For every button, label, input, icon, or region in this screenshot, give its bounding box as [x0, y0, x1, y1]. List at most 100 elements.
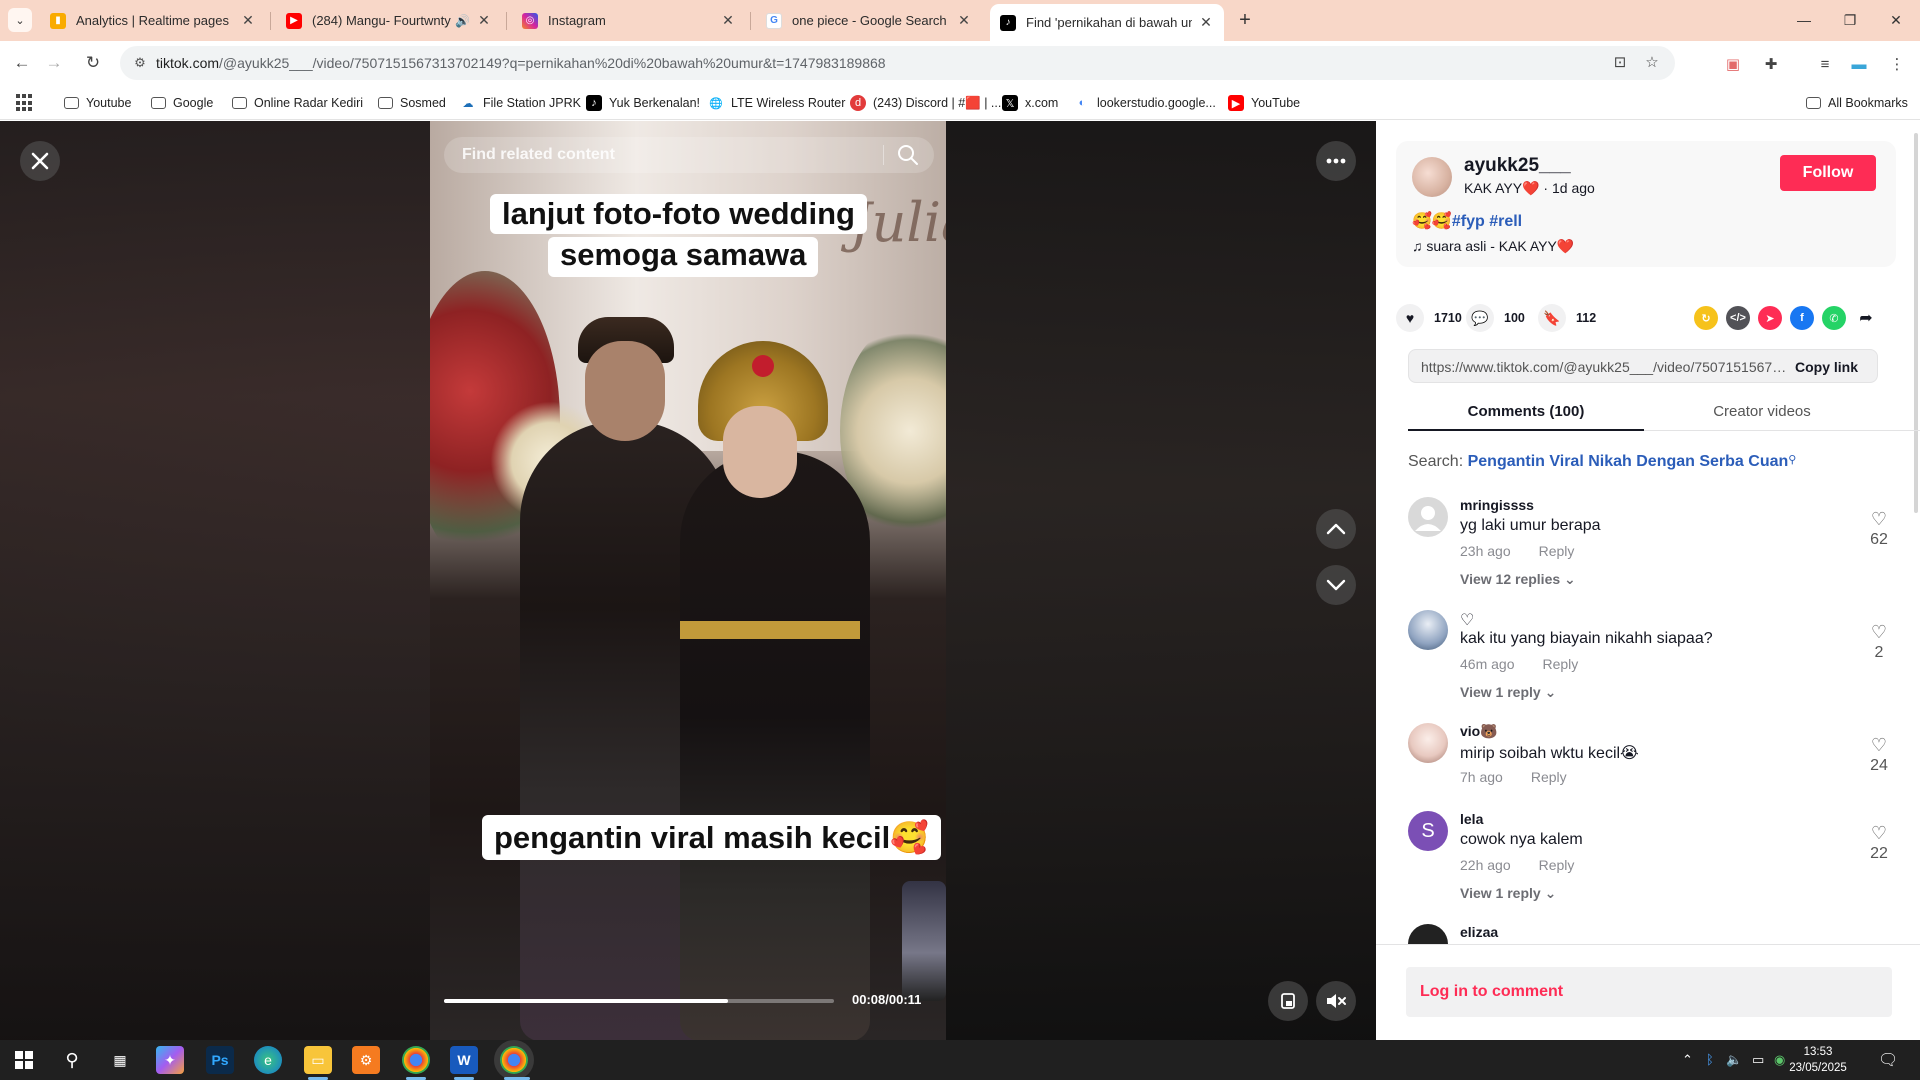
bookmark-file-station[interactable]: ☁ File Station JPRK — [460, 92, 581, 114]
save-action[interactable]: 🔖 112 — [1538, 303, 1596, 333]
embed-icon[interactable]: </> — [1726, 306, 1750, 330]
reply-button[interactable]: Reply — [1531, 769, 1567, 785]
tab-creator-videos[interactable]: Creator videos — [1644, 403, 1880, 431]
app-shortcut-icon[interactable]: ⚙ — [352, 1046, 380, 1074]
video-progress-bar[interactable] — [444, 999, 834, 1003]
file-explorer-icon[interactable]: ▭ — [304, 1046, 332, 1074]
close-icon[interactable]: ✕ — [240, 12, 256, 29]
reply-button[interactable]: Reply — [1539, 543, 1575, 559]
tab-analytics[interactable]: ▮ Analytics | Realtime pages ✕ — [40, 4, 266, 37]
tab-google-search[interactable]: G one piece - Google Search ✕ — [756, 4, 982, 37]
tab-instagram[interactable]: ◎ Instagram ✕ — [512, 4, 746, 37]
panel-scrollbar[interactable] — [1914, 133, 1918, 513]
comment-like[interactable]: ♡ 62 — [1864, 509, 1894, 549]
share-link-text[interactable]: https://www.tiktok.com/@ayukk25___/video… — [1421, 359, 1789, 375]
all-bookmarks[interactable]: All Bookmarks — [1806, 92, 1908, 114]
facebook-icon[interactable]: f — [1790, 306, 1814, 330]
tab-comments[interactable]: Comments (100) — [1408, 403, 1644, 431]
task-view-icon[interactable]: ▦ — [106, 1046, 134, 1074]
next-video-button[interactable] — [1316, 565, 1356, 605]
minimize-icon[interactable]: — — [1784, 6, 1824, 34]
avatar[interactable] — [1408, 723, 1448, 763]
display-icon[interactable]: ▭ — [1752, 1052, 1764, 1068]
avatar[interactable] — [1408, 497, 1448, 537]
taskbar-clock[interactable]: 13:53 23/05/2025 — [1788, 1044, 1848, 1076]
bookmark-x[interactable]: 𝕏x.com — [1002, 92, 1058, 114]
extension-icon[interactable]: ▣ — [1722, 55, 1744, 75]
copy-link-button[interactable]: Copy link — [1795, 359, 1858, 375]
photoshop-icon[interactable]: Ps — [206, 1046, 234, 1074]
reply-button[interactable]: Reply — [1539, 857, 1575, 873]
tab-tiktok[interactable]: ♪ Find 'pernikahan di bawah umu ✕ — [990, 4, 1224, 41]
bookmark-discord[interactable]: d (243) Discord | #🟥 | ... — [850, 92, 1001, 114]
speaker-icon[interactable]: 🔊 — [455, 14, 470, 28]
bookmark-radar-folder[interactable]: Online Radar Kediri — [232, 92, 363, 114]
notification-icon[interactable]: 🗨 — [1878, 1050, 1898, 1070]
avatar[interactable] — [1412, 157, 1452, 197]
search-icon[interactable]: ⚲ — [58, 1046, 86, 1074]
tab-youtube[interactable]: ▶ (284) Mangu- Fourtwnty || 🔊 ✕ — [276, 4, 502, 37]
reply-button[interactable]: Reply — [1542, 656, 1578, 672]
site-info-icon[interactable]: ⚙ — [130, 53, 150, 73]
profile-icon[interactable]: ▬ — [1848, 55, 1870, 75]
view-replies-button[interactable]: View 12 replies ⌄ — [1460, 571, 1576, 588]
previous-video-button[interactable] — [1316, 509, 1356, 549]
copilot-icon[interactable]: ✦ — [156, 1046, 184, 1074]
window-close-icon[interactable]: ✕ — [1876, 6, 1916, 34]
comment-username[interactable]: ♡ — [1460, 610, 1474, 630]
network-icon[interactable]: ◉ — [1774, 1052, 1785, 1068]
whatsapp-icon[interactable]: ✆ — [1822, 306, 1846, 330]
extensions-puzzle-icon[interactable]: ✚ — [1760, 55, 1782, 75]
comment-like[interactable]: ♡ 24 — [1864, 735, 1894, 775]
apps-grid-icon[interactable] — [16, 94, 34, 112]
comment-username[interactable]: vio🐻 — [1460, 723, 1498, 740]
close-video-button[interactable] — [20, 141, 60, 181]
back-arrow-icon[interactable]: ← — [8, 49, 36, 77]
word-icon[interactable]: W — [450, 1046, 478, 1074]
tray-expand-icon[interactable]: ⌃ — [1682, 1052, 1693, 1068]
browser-menu-icon[interactable]: ⋮ — [1886, 55, 1908, 75]
avatar[interactable] — [1408, 924, 1448, 944]
music-link[interactable]: ♫ suara asli - KAK AYY❤️ — [1412, 238, 1574, 255]
restore-icon[interactable]: ❐ — [1830, 6, 1870, 34]
view-replies-button[interactable]: View 1 reply ⌄ — [1460, 885, 1556, 902]
bookmark-youtube-folder[interactable]: Youtube — [64, 92, 131, 114]
repost-icon[interactable]: ↻ — [1694, 306, 1718, 330]
close-icon[interactable]: ✕ — [956, 12, 972, 29]
bookmark-yuk-berkenalan[interactable]: ♪ Yuk Berkenalan! — [586, 92, 700, 114]
send-to-friends-icon[interactable]: ➤ — [1758, 306, 1782, 330]
address-bar[interactable]: ⚙ tiktok.com/@ayukk25___/video/750715156… — [120, 46, 1675, 80]
comment-username[interactable]: elizaa — [1460, 924, 1498, 940]
avatar[interactable]: S — [1408, 811, 1448, 851]
edge-icon[interactable]: e — [254, 1046, 282, 1074]
related-search-input[interactable]: Find related content — [444, 137, 934, 173]
more-options-button[interactable] — [1316, 141, 1356, 181]
bookmark-sosmed-folder[interactable]: Sosmed — [378, 92, 446, 114]
login-to-comment-button[interactable]: Log in to comment — [1406, 967, 1892, 1017]
video-player[interactable]: Julia Find related content lanjut foto-f… — [430, 121, 946, 1040]
search-icon[interactable] — [896, 143, 920, 167]
close-icon[interactable]: ✕ — [476, 12, 492, 29]
media-controls-icon[interactable]: ≡ — [1814, 55, 1836, 75]
bluetooth-icon[interactable]: ᛒ — [1706, 1052, 1714, 1067]
follow-button[interactable]: Follow — [1780, 155, 1876, 191]
bookmark-google-folder[interactable]: Google — [151, 92, 213, 114]
comment-like[interactable]: ♡ 2 — [1864, 622, 1894, 662]
hashtag[interactable]: #rell — [1489, 213, 1522, 230]
comment-action[interactable]: 💬 100 — [1466, 303, 1525, 333]
mute-button[interactable] — [1316, 981, 1356, 1021]
share-arrow-icon[interactable]: ➦ — [1854, 306, 1878, 330]
windows-start-icon[interactable] — [10, 1046, 38, 1074]
comment-like[interactable]: ♡ 22 — [1864, 823, 1894, 863]
chrome-active-icon[interactable] — [500, 1046, 528, 1074]
new-tab-button[interactable]: + — [1232, 8, 1258, 34]
search-suggestion-link[interactable]: Pengantin Viral Nikah Dengan Serba Cuan — [1468, 453, 1789, 470]
comment-username[interactable]: mringissss — [1460, 497, 1534, 513]
floating-player-button[interactable] — [1268, 981, 1308, 1021]
view-replies-button[interactable]: View 1 reply ⌄ — [1460, 684, 1556, 701]
close-icon[interactable]: ✕ — [720, 12, 736, 29]
forward-arrow-icon[interactable]: → — [40, 49, 68, 77]
bookmark-youtube[interactable]: ▶ YouTube — [1228, 92, 1300, 114]
hashtag[interactable]: #fyp — [1452, 213, 1485, 230]
chrome-icon[interactable] — [402, 1046, 430, 1074]
